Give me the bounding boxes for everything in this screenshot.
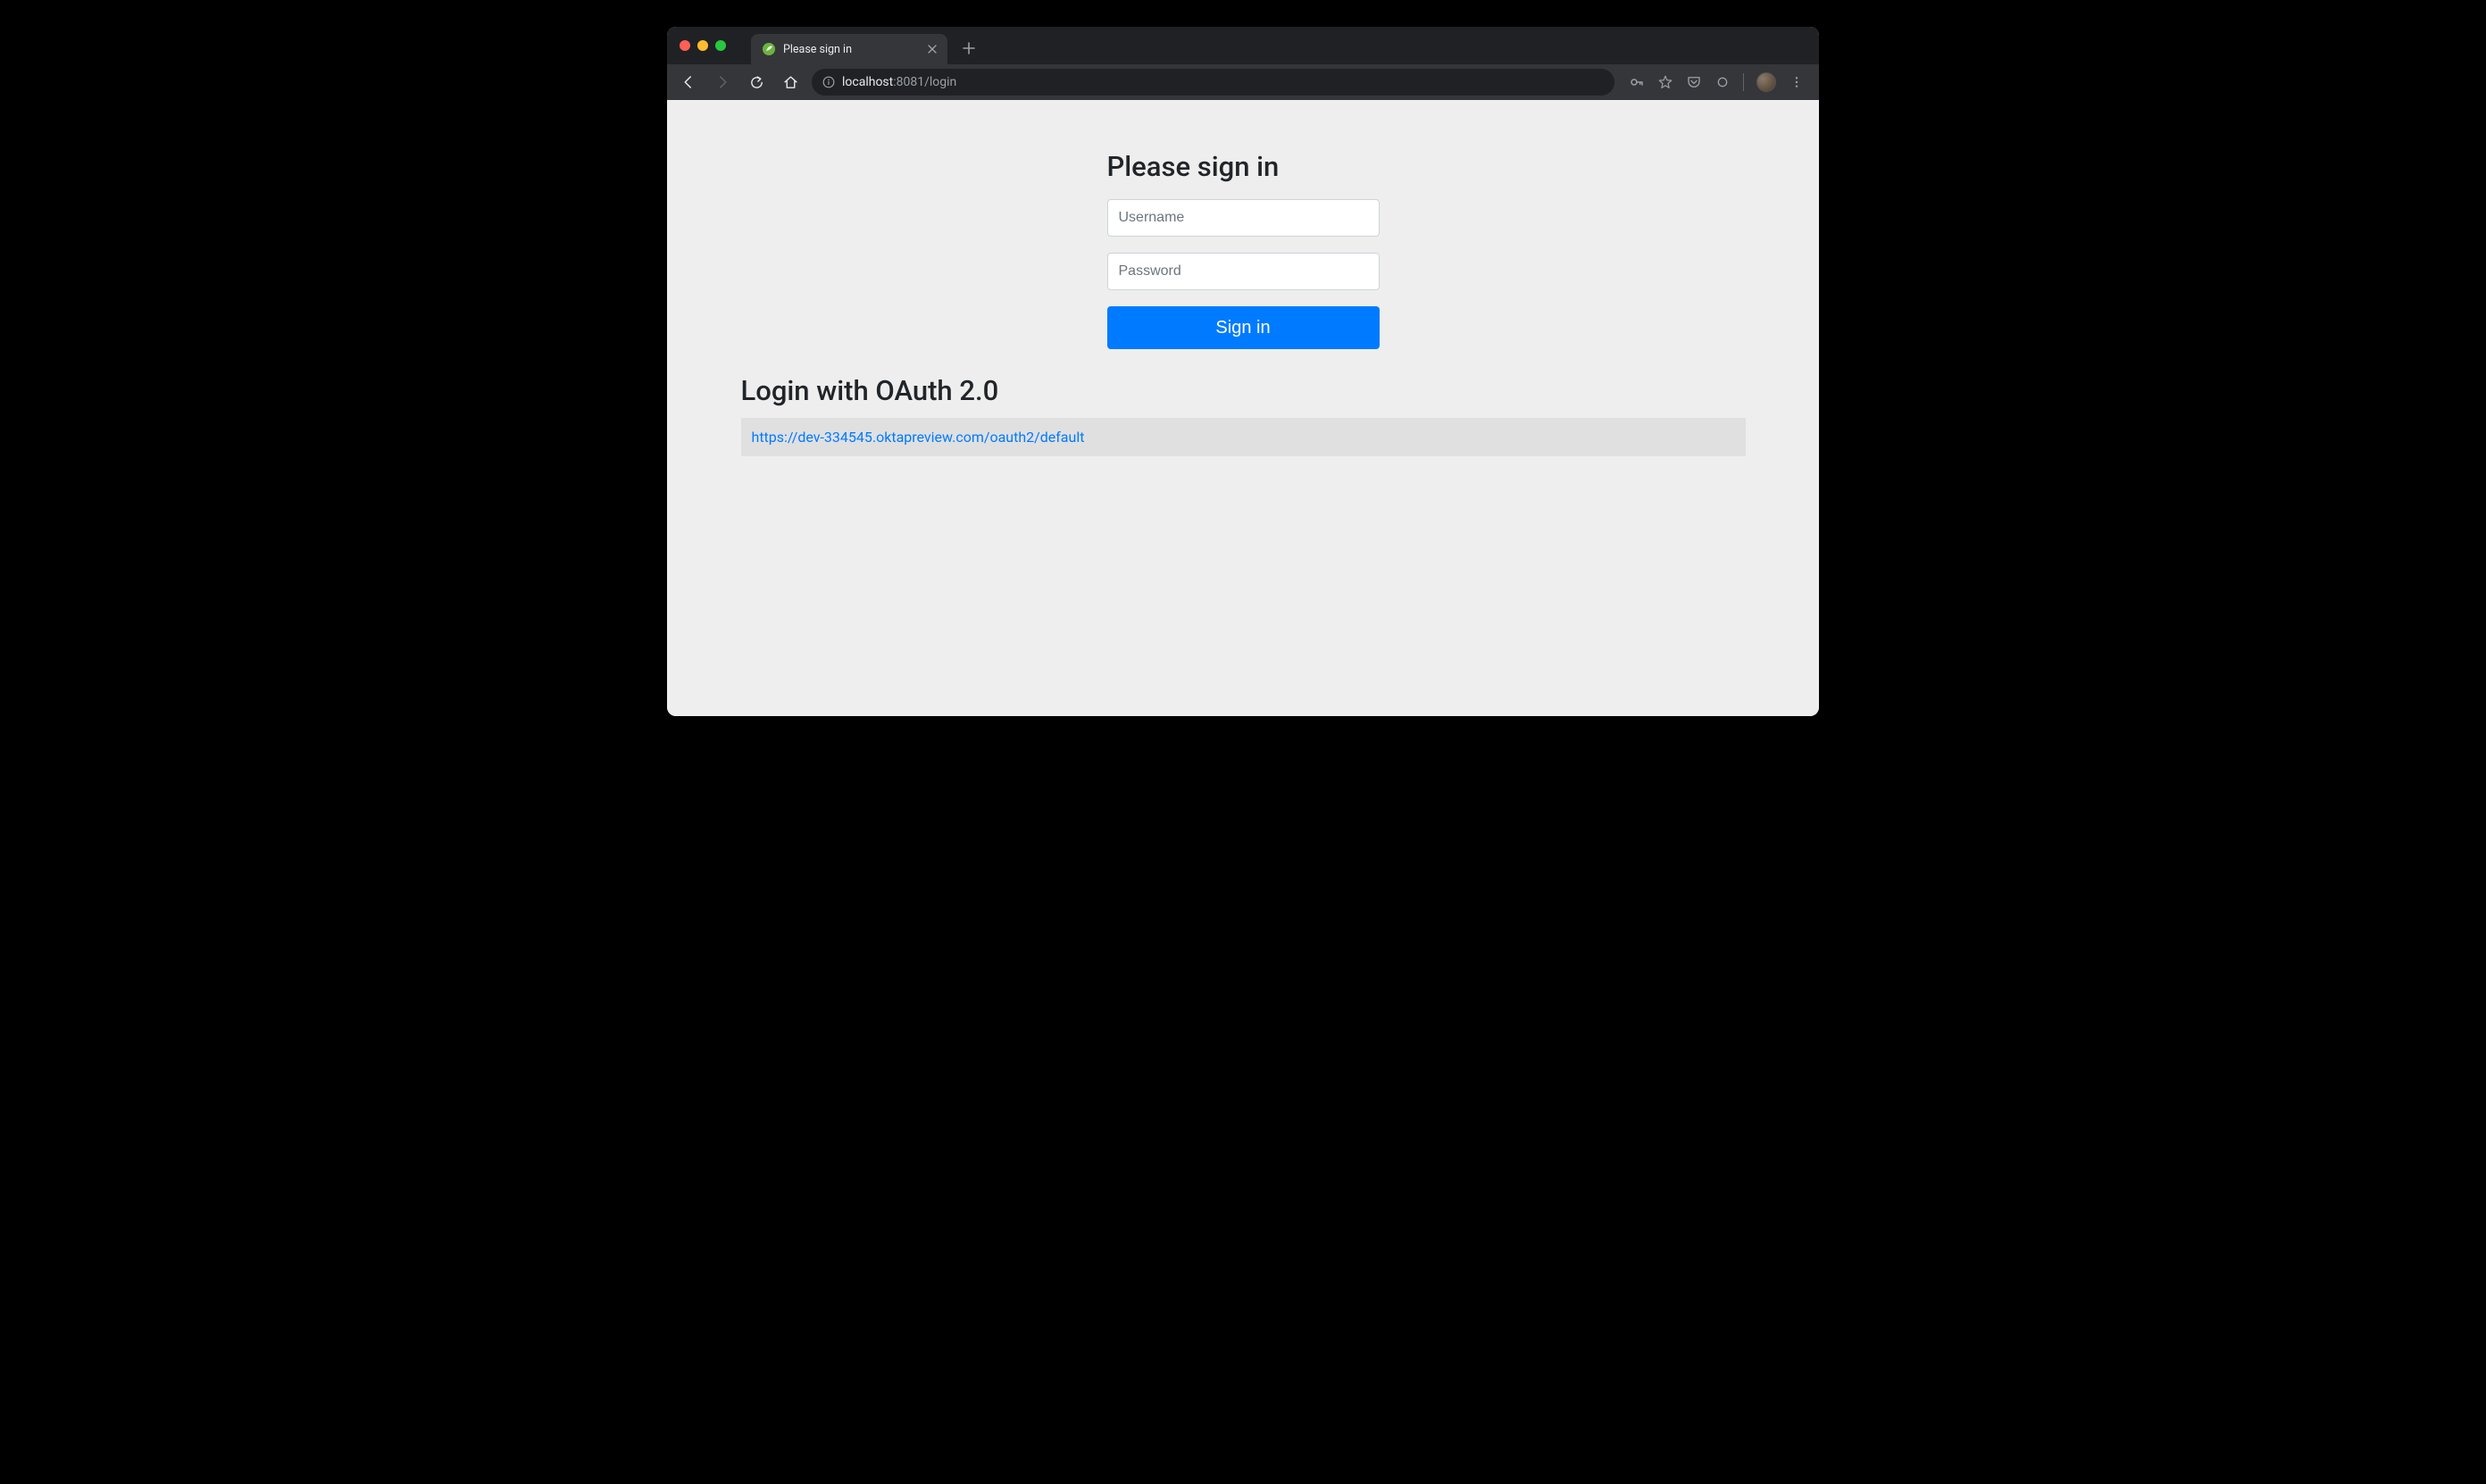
nav-back-button[interactable]	[676, 70, 701, 95]
window-minimize-button[interactable]	[697, 40, 708, 51]
window-close-button[interactable]	[680, 40, 690, 51]
site-info-icon[interactable]	[822, 76, 835, 88]
toolbar-right-icons	[1623, 72, 1810, 92]
url-text: localhost:8081/login	[842, 75, 956, 89]
signin-form: Please sign in Sign in	[1107, 100, 1380, 349]
bookmark-star-icon[interactable]	[1657, 74, 1673, 90]
browser-window: Please sign in	[667, 27, 1819, 716]
menu-kebab-icon[interactable]	[1789, 74, 1805, 90]
tab-close-button[interactable]	[928, 45, 937, 54]
nav-forward-button[interactable]	[710, 70, 735, 95]
window-controls	[680, 40, 726, 51]
profile-avatar-button[interactable]	[1756, 72, 1776, 92]
toolbar-separator	[1743, 73, 1744, 91]
new-tab-button[interactable]	[956, 36, 981, 61]
key-icon[interactable]	[1629, 74, 1645, 90]
tab-bar: Please sign in	[667, 27, 1819, 64]
spring-favicon-icon	[762, 42, 776, 56]
username-input[interactable]	[1107, 199, 1380, 237]
pocket-icon[interactable]	[1686, 74, 1702, 90]
tab-title: Please sign in	[783, 43, 921, 56]
nav-home-button[interactable]	[778, 70, 803, 95]
signin-button[interactable]: Sign in	[1107, 306, 1380, 349]
nav-reload-button[interactable]	[744, 70, 769, 95]
url-host: localhost	[842, 75, 893, 89]
oauth-heading: Login with OAuth 2.0	[741, 374, 1746, 407]
page-content: Please sign in Sign in Login with OAuth …	[667, 100, 1819, 716]
signin-heading: Please sign in	[1107, 150, 1380, 183]
window-maximize-button[interactable]	[715, 40, 726, 51]
oauth-provider-link[interactable]: https://dev-334545.oktapreview.com/oauth…	[752, 429, 1085, 446]
oauth-section: Login with OAuth 2.0 https://dev-334545.…	[741, 374, 1746, 492]
search-extension-icon[interactable]	[1714, 74, 1731, 90]
oauth-providers-table: https://dev-334545.oktapreview.com/oauth…	[741, 418, 1746, 456]
password-input[interactable]	[1107, 253, 1380, 290]
table-row: https://dev-334545.oktapreview.com/oauth…	[741, 418, 1746, 456]
url-path: :8081/login	[893, 75, 956, 89]
browser-tab[interactable]: Please sign in	[751, 34, 947, 64]
address-bar[interactable]: localhost:8081/login	[812, 69, 1614, 96]
browser-chrome: Please sign in	[667, 27, 1819, 100]
browser-toolbar: localhost:8081/login	[667, 64, 1819, 100]
